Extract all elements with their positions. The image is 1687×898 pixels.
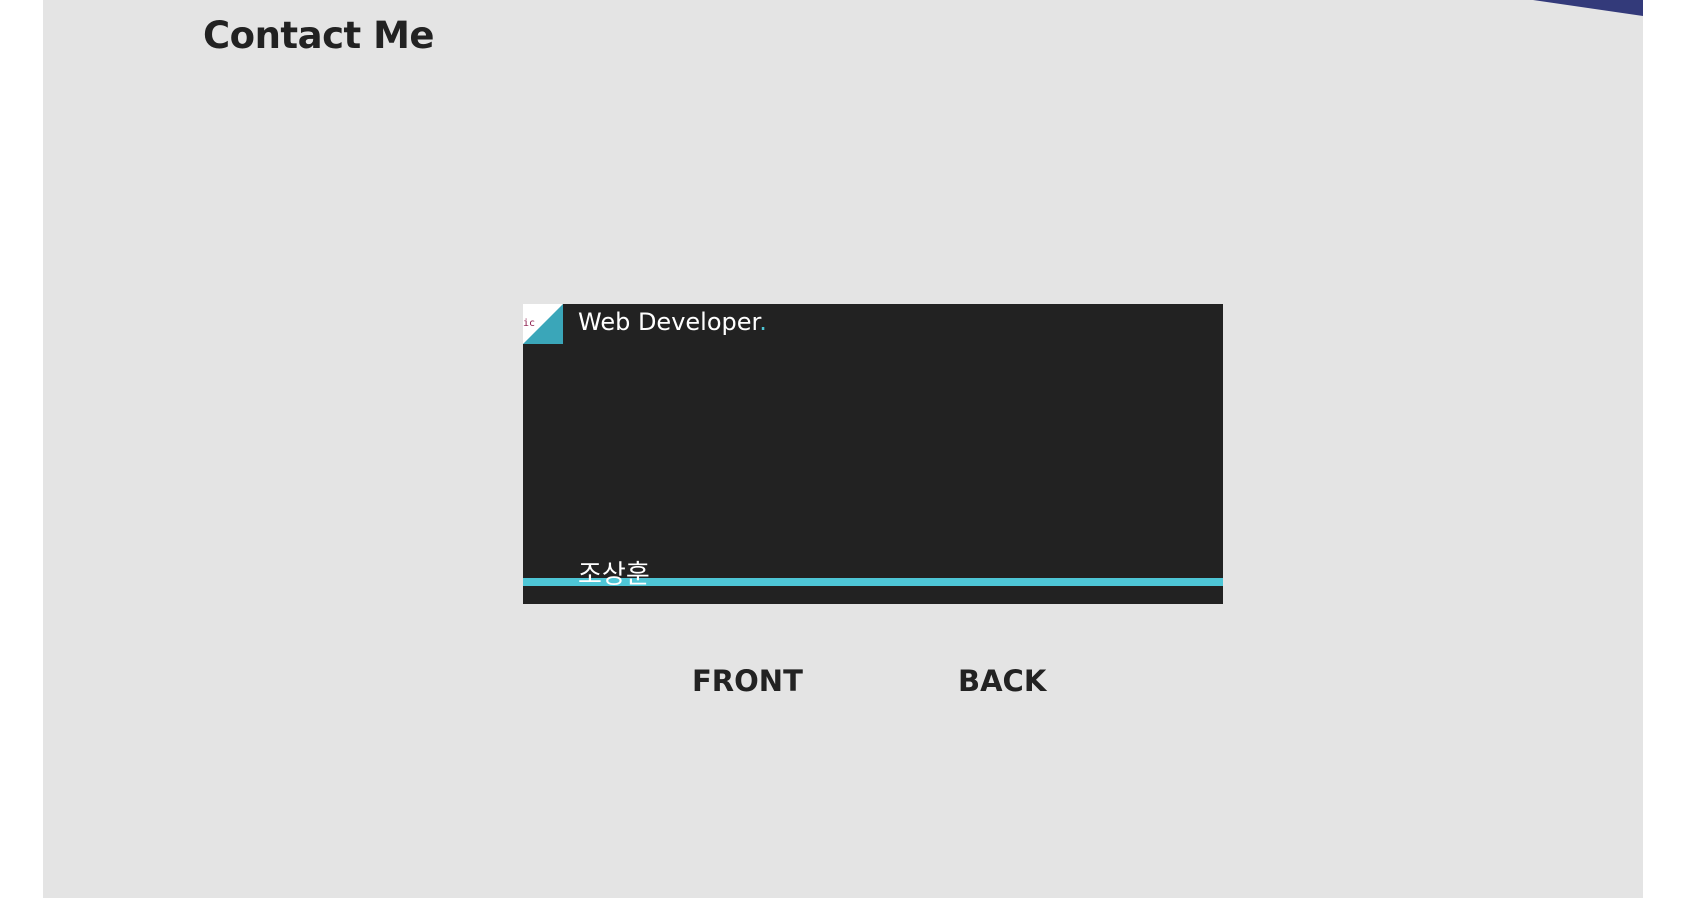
card-name: 조상훈 xyxy=(578,560,650,590)
code-thumbnail-icon: ic xyxy=(523,304,563,344)
card-role-dot: . xyxy=(759,308,767,336)
card-role-text: Web Developer xyxy=(578,308,760,336)
card-role: Web Developer. xyxy=(578,308,767,336)
code-thumbnail-text: ic xyxy=(523,318,535,329)
front-button[interactable]: FRONT xyxy=(692,664,803,698)
page-title: Contact Me xyxy=(203,14,434,57)
corner-accent-shape xyxy=(1533,0,1643,16)
profile-card[interactable]: ic Web Developer. 조상훈 xyxy=(523,304,1223,604)
back-button[interactable]: BACK xyxy=(958,664,1046,698)
page-background: Contact Me ic Web Developer. 조상훈 FRONT B… xyxy=(43,0,1643,898)
